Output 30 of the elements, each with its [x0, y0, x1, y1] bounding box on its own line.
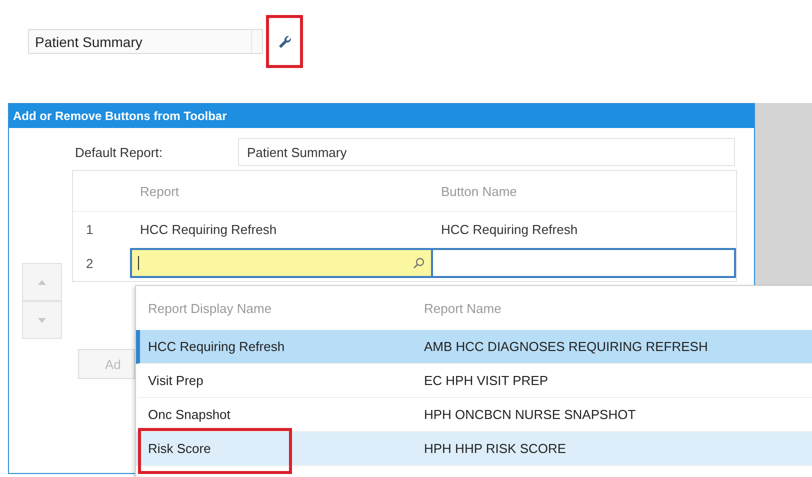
row-number: 2	[85, 256, 94, 270]
settings-button[interactable]	[266, 15, 303, 68]
search-icon	[413, 257, 425, 269]
report-display-name: Risk Score	[147, 441, 212, 456]
caret-icon	[38, 318, 46, 322]
table-cell-text: HCC Requiring Refresh	[139, 222, 278, 236]
column-header: Report	[139, 184, 180, 198]
report-display-name: HCC Requiring Refresh	[147, 339, 286, 354]
report-name: EC HPH VISIT PREP	[423, 373, 548, 388]
caret-icon	[38, 280, 46, 284]
row-number: 1	[85, 222, 94, 236]
wrench-icon	[278, 34, 292, 48]
column-header: Report Name	[423, 300, 502, 316]
report-search-field[interactable]	[130, 248, 433, 278]
default-report-field[interactable]: Patient Summary	[238, 138, 735, 166]
column-header: Report Display Name	[147, 300, 273, 316]
button-name-field[interactable]	[433, 248, 736, 278]
column-header: Button Name	[440, 184, 517, 198]
report-name: AMB HCC DIAGNOSES REQUIRING REFRESH	[423, 339, 708, 354]
field-label: Default Report:	[75, 144, 164, 160]
dropdown-row[interactable]: Risk Score HPH HHP RISK SCORE	[136, 432, 812, 466]
report-display-name: Visit Prep	[147, 373, 204, 388]
report-display-name: Onc Snapshot	[147, 407, 232, 422]
dropdown-row[interactable]: Visit Prep EC HPH VISIT PREP	[136, 364, 812, 398]
report-name: HPH HHP RISK SCORE	[423, 441, 566, 456]
dialog-title: Add or Remove Buttons from Toolbar	[9, 104, 754, 128]
report-name: HPH ONCBCN NURSE SNAPSHOT	[423, 407, 636, 422]
table-cell-text: HCC Requiring Refresh	[440, 222, 578, 236]
dropdown-row[interactable]: HCC Requiring Refresh AMB HCC DIAGNOSES REQUIRING REFRESH	[136, 330, 812, 364]
report-select[interactable]: Patient Summary	[28, 29, 263, 54]
